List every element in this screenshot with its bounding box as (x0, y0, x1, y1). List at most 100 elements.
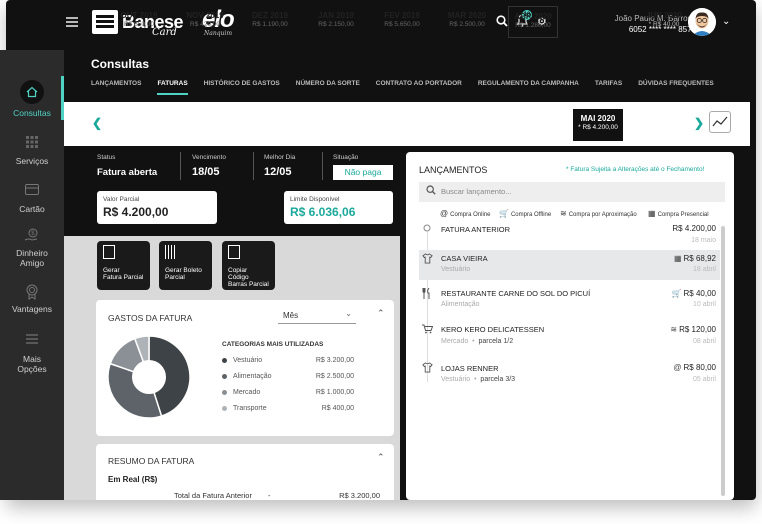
divider (180, 152, 181, 180)
spending-title: GASTOS DA FATURA (108, 313, 193, 323)
legend-contactless: ≋ Compra por Aproximação (560, 209, 637, 218)
card-icon (0, 184, 64, 200)
medal-icon (0, 284, 64, 300)
tab-numero-da-sorte[interactable]: NÚMERO DA SORTE (296, 80, 360, 95)
sidebar-item-dinheiro-amigo[interactable]: $ Dinheiro Amigo (0, 228, 64, 268)
grid-icon (0, 136, 64, 152)
sidebar-item-label: Vantagens (11, 304, 52, 314)
best-day-label: Melhor Dia (264, 154, 296, 161)
partial-value: R$ 4.200,00 (103, 205, 169, 219)
sidebar-item-label: Cartão (19, 204, 45, 214)
shirt-icon (422, 253, 433, 267)
month-item[interactable]: ABR 2020 R$ 1.280,00 (508, 6, 558, 38)
at-icon: @ (673, 363, 682, 372)
wifi-icon: ≋ (670, 325, 678, 334)
summary-currency: Em Real (R$) (108, 475, 158, 484)
shirt-icon (422, 362, 433, 376)
copy-barcode-button[interactable]: Copiar Código Barras Parcial (222, 241, 275, 290)
period-select[interactable]: Mês ⌄ (278, 308, 356, 324)
sidebar-item-mais-opcoes[interactable]: Mais Opções (0, 334, 64, 374)
tab-lancamentos[interactable]: LANÇAMENTOS (91, 80, 141, 95)
sidebar-item-consultas[interactable]: Consultas (0, 80, 64, 118)
legend-dot (222, 405, 227, 411)
transactions-title: LANÇAMENTOS (419, 165, 488, 175)
chart-toggle-button[interactable] (709, 111, 731, 133)
sidebar-item-cartao[interactable]: Cartão (0, 184, 64, 214)
sidebar-item-vantagens[interactable]: Vantagens (0, 284, 64, 314)
collapse-chevron-icon[interactable]: ⌃ (377, 452, 385, 463)
category-row: Transporte R$ 400,00 (222, 405, 354, 412)
menu-icon (0, 334, 64, 350)
tab-tarifas[interactable]: TARIFAS (595, 80, 622, 95)
sidebar-item-label: Consultas (13, 108, 51, 118)
transaction-amount: 🛒 R$ 40,00 (671, 289, 716, 298)
generate-partial-boleto-button[interactable]: Gerar Boleto Parcial (159, 241, 212, 290)
sidebar-item-label: Mais Opções (17, 354, 47, 374)
partial-value-box: Valor Parcial R$ 4.200,00 (97, 191, 217, 224)
category-donut-chart (107, 335, 191, 419)
transaction-name[interactable]: FATURA ANTERIOR (441, 225, 510, 234)
cart-icon: 🛒 (499, 209, 509, 218)
transaction-name[interactable]: RESTAURANTE CARNE DO SOL DO PICUÍ (441, 289, 590, 298)
chevron-down-icon[interactable]: ⌄ (722, 16, 730, 27)
divider (322, 152, 323, 180)
category-row: Vestuário R$ 3.200,00 (222, 357, 354, 364)
copy-icon (228, 245, 240, 259)
hamburger-menu-icon[interactable] (66, 14, 78, 30)
sidebar-item-label: Dinheiro Amigo (16, 248, 48, 268)
line-chart-icon (712, 116, 728, 127)
chevron-left-icon[interactable]: ❮ (92, 116, 102, 130)
available-limit-label: Limite Disponível (290, 196, 340, 203)
generate-partial-invoice-button[interactable]: Gerar Fatura Parcial (97, 241, 150, 290)
transaction-date: 08 abril (693, 338, 716, 345)
transaction-name[interactable]: LOJAS RENNER (441, 364, 499, 373)
at-icon: @ (440, 209, 449, 218)
legend-online: @ Compra Online (440, 209, 491, 218)
page-title: Consultas (91, 57, 150, 71)
transaction-amount: ≋ R$ 120,00 (670, 325, 716, 334)
month-item[interactable]: MAR 2020 R$ 2.500,00 (435, 6, 499, 38)
month-item-selected[interactable]: MAI 2020 * R$ 4.200,00 (573, 109, 623, 141)
month-item[interactable]: JUN 2020 * R$ 40,00 (634, 6, 694, 38)
transaction-amount: @ R$ 80,00 (673, 363, 716, 372)
transaction-name[interactable]: KERO KERO DELICATESSEN (441, 325, 544, 334)
tab-contrato-ao-portador[interactable]: CONTRATO AO PORTADOR (376, 80, 462, 95)
tab-historico-de-gastos[interactable]: HISTÓRICO DE GASTOS (204, 80, 280, 95)
month-item[interactable]: OUT 2019 R$ 850,00 (107, 6, 171, 38)
sidebar-item-label: Serviços (15, 156, 49, 166)
summary-row: Total da Fatura Anterior - R$ 3.200,00 (174, 491, 380, 500)
tab-duvidas-frequentes[interactable]: DÚVIDAS FREQUENTES (638, 80, 713, 95)
divider (253, 152, 254, 180)
chevron-right-icon[interactable]: ❯ (694, 116, 704, 130)
transaction-date: 10 abril (693, 301, 716, 308)
transaction-amount: R$ 4.200,00 (672, 224, 716, 233)
transaction-category: Alimentação (441, 301, 480, 308)
available-limit-box: Limite Disponível R$ 6.036,06 (284, 191, 393, 224)
scrollbar[interactable] (721, 226, 725, 496)
search-icon (426, 185, 436, 197)
summary-title: RESUMO DA FATURA (108, 456, 195, 466)
pos-terminal-icon: ▦ (673, 254, 682, 263)
month-item[interactable]: FEV 2019 R$ 5.650,00 (370, 6, 434, 38)
sidebar-item-servicos[interactable]: Serviços (0, 136, 64, 166)
legend-dot (222, 373, 227, 379)
tab-regulamento-da-campanha[interactable]: REGULAMENTO DA CAMPANHA (478, 80, 579, 95)
tab-faturas[interactable]: FATURAS (157, 80, 188, 95)
sidebar: Consultas Serviços Cartão $ Dinheiro Ami… (0, 50, 64, 500)
search-input[interactable]: Buscar lançamento... (419, 182, 725, 202)
document-icon (103, 245, 115, 259)
month-item[interactable]: NOV 2019 R$ 420,00 (173, 6, 237, 38)
partial-value-label: Valor Parcial (103, 196, 140, 203)
collapse-chevron-icon[interactable]: ⌃ (377, 308, 385, 319)
legend-dot (222, 357, 227, 363)
money-hand-icon: $ (0, 228, 64, 244)
month-item[interactable]: JAN 2019 R$ 2.150,00 (304, 6, 368, 38)
situation-label: Situação (333, 154, 359, 161)
fork-knife-icon (422, 287, 432, 302)
transaction-name[interactable]: CASA VIEIRA (441, 254, 488, 263)
cart-icon (422, 324, 434, 337)
month-item[interactable]: DEZ 2019 R$ 1.190,00 (238, 6, 302, 38)
category-row: Mercado R$ 1.000,00 (222, 389, 354, 396)
situation-badge: Não paga (333, 165, 393, 180)
transaction-date: 18 maio (691, 237, 716, 244)
